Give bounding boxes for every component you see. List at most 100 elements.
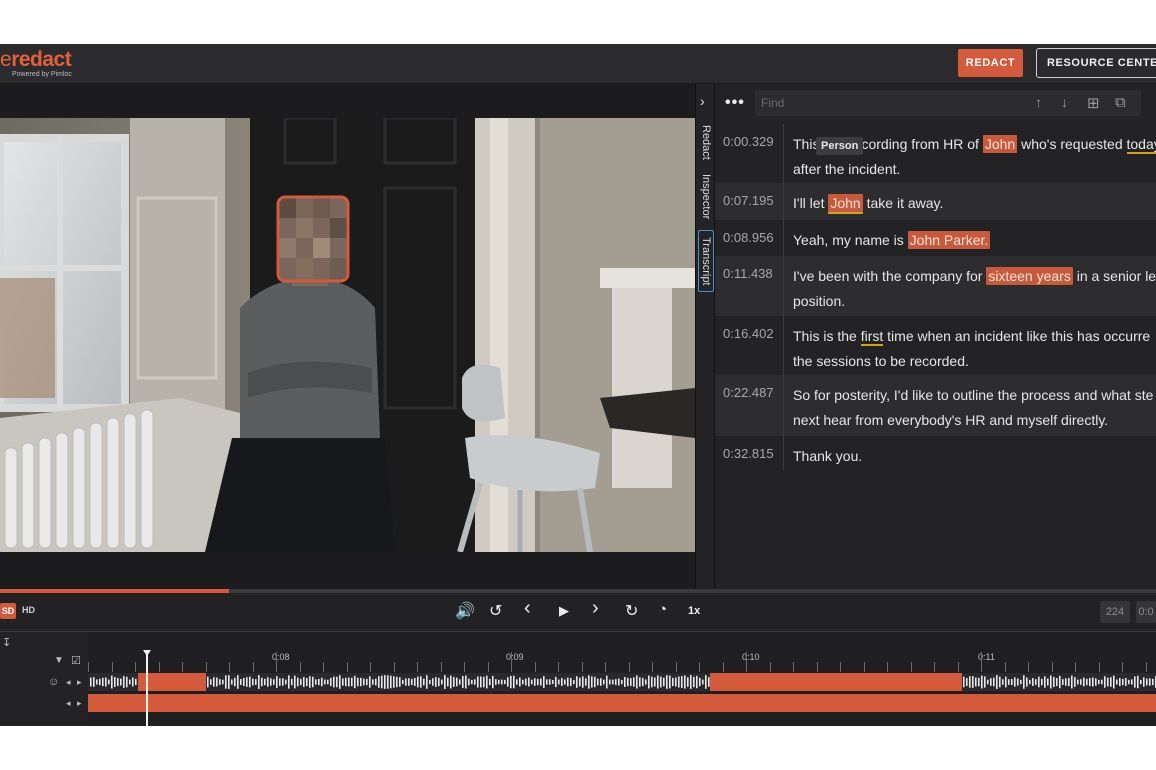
ruler-tick — [1004, 662, 1006, 672]
resource-center-button[interactable]: RESOURCE CENTER — [1036, 48, 1156, 78]
transcript-line: I've been with the company for sixteen y… — [793, 264, 1156, 289]
waveform-bar — [1128, 679, 1130, 685]
transcript-row[interactable]: 0:32.815 Thank you. — [715, 436, 1156, 470]
play-icon[interactable]: ▶ — [559, 603, 569, 619]
filter-icon[interactable]: ▼ — [54, 655, 64, 666]
waveform-bar — [114, 677, 116, 687]
add-box-icon[interactable]: ⊞ — [1087, 94, 1100, 112]
next-icon[interactable]: › — [592, 597, 599, 620]
tab-transcript[interactable]: Transcript — [698, 230, 714, 292]
add-all-icon[interactable]: ⧉ — [1115, 94, 1126, 111]
timestamp[interactable]: 0:22.487 — [723, 385, 774, 400]
transcript-text[interactable]: Thank you. — [793, 444, 1156, 469]
ruler-tick — [558, 662, 559, 672]
transcript-text[interactable]: So for posterity, I'd like to outline th… — [793, 383, 1156, 433]
audio-waveform-track[interactable] — [88, 673, 1156, 691]
timestamp[interactable]: 0:07.195 — [723, 193, 774, 208]
arrow-up-icon[interactable]: ↑ — [1035, 94, 1042, 110]
waveform-bar — [978, 677, 980, 687]
transcript-row[interactable]: 0:22.487 So for posterity, I'd like to ou… — [715, 375, 1156, 436]
hd-toggle[interactable]: HD — [22, 605, 35, 615]
tab-inspector[interactable]: Inspector — [698, 170, 714, 224]
waveform-bar — [429, 679, 431, 685]
waveform-bar — [507, 677, 509, 687]
redaction-track[interactable] — [88, 694, 1156, 712]
waveform-bar — [687, 677, 689, 687]
waveform-bar — [1017, 678, 1019, 686]
waveform-bar — [975, 677, 977, 687]
transcript-line: Thank you. — [793, 444, 1156, 469]
waveform-bar — [594, 676, 596, 688]
track2-prev-icon[interactable]: ◂ — [66, 698, 71, 709]
timeline-ruler[interactable]: 0:08 0:09 0:10 0:11 — [88, 652, 1156, 672]
waveform-bar — [282, 678, 284, 686]
forward-icon[interactable]: ↻ — [625, 601, 638, 621]
transcript-toolbar: ••• ↑ ↓ ⊞ ⧉ — [715, 84, 1156, 122]
tab-redact[interactable]: Redact — [698, 120, 714, 164]
redacted-word[interactable]: John — [982, 135, 1018, 153]
ruler-tick — [675, 662, 677, 672]
face-track-icon[interactable]: ☺ — [48, 676, 59, 688]
transcript-row[interactable]: 0:00.329 This is a recording from HR of J… — [715, 124, 1156, 183]
word-span: after the incident. — [793, 161, 901, 177]
waveform-bar — [111, 675, 113, 689]
waveform-bar — [270, 678, 272, 686]
arrow-down-icon[interactable]: ↓ — [1061, 94, 1068, 110]
transcript-row[interactable]: 0:16.402 This is the first time when an i… — [715, 316, 1156, 375]
waveform-bar — [99, 678, 101, 686]
ruler-tick — [88, 662, 89, 672]
ruler-tick — [699, 662, 700, 672]
waveform-bar — [315, 679, 317, 685]
ruler-tick — [1145, 662, 1147, 672]
waveform-bar — [96, 679, 98, 685]
track-next-icon[interactable]: ▸ — [77, 677, 82, 688]
transcript-row[interactable]: 0:11.438 I've been with the company for s… — [715, 256, 1156, 316]
row-divider — [783, 436, 784, 470]
more-options-icon[interactable]: ••• — [725, 94, 745, 112]
waveform-bar — [261, 677, 263, 687]
transcript-text[interactable]: I'll let John take it away. — [793, 191, 1156, 216]
find-input[interactable] — [755, 90, 1141, 116]
track-prev-icon[interactable]: ◂ — [66, 677, 71, 688]
waveform-bar — [108, 679, 110, 685]
transcript-row[interactable]: 0:08.956 Yeah, my name is John Parker. — [715, 220, 1156, 256]
transcript-row[interactable]: 0:07.195 I'll let John take it away. — [715, 183, 1156, 220]
transcript-text[interactable]: I've been with the company for sixteen y… — [793, 264, 1156, 314]
video-frame[interactable] — [0, 118, 695, 552]
word-span: Yeah, my name is — [793, 232, 908, 248]
checkbox-icon[interactable]: ☑ — [71, 654, 81, 667]
waveform-bar — [1131, 679, 1133, 685]
sd-toggle[interactable]: SD — [0, 603, 16, 619]
waveform-bar — [981, 675, 983, 689]
waveform-bar — [369, 676, 371, 688]
waveform-bar — [393, 676, 395, 688]
timestamp[interactable]: 0:32.815 — [723, 446, 774, 461]
chevron-right-icon[interactable]: › — [700, 93, 705, 109]
timestamp[interactable]: 0:16.402 — [723, 326, 774, 341]
waveform-bar — [306, 677, 308, 687]
timestamp[interactable]: 0:08.956 — [723, 230, 774, 245]
transcript-text[interactable]: Yeah, my name is John Parker. — [793, 228, 1156, 253]
waveform-bar — [1116, 679, 1118, 685]
waveform-bar — [531, 679, 533, 685]
timestamp[interactable]: 0:00.329 — [723, 134, 774, 149]
speed-label[interactable]: 1x — [688, 605, 700, 617]
transcript-text[interactable]: This is the first time when an incident … — [793, 324, 1156, 374]
redacted-word[interactable]: John Parker. — [907, 231, 991, 249]
waveform-bar — [1035, 679, 1037, 685]
speedometer-icon[interactable]: ◔ — [658, 601, 667, 618]
track2-next-icon[interactable]: ▸ — [77, 698, 82, 709]
redacted-word[interactable]: sixteen years — [986, 267, 1073, 285]
timestamp[interactable]: 0:11.438 — [723, 266, 773, 281]
timeline-flag-icon[interactable]: ↧ — [2, 636, 11, 649]
waveform-bar — [120, 678, 122, 686]
volume-icon[interactable]: 🔊 — [455, 601, 475, 621]
redact-button[interactable]: REDACT — [958, 49, 1023, 77]
waveform-bar — [1068, 677, 1070, 687]
waveform-bar — [1134, 676, 1136, 688]
waveform-bar — [1098, 679, 1100, 685]
previous-icon[interactable]: ‹ — [524, 597, 531, 620]
redacted-word[interactable]: John — [828, 194, 863, 214]
playhead[interactable] — [146, 652, 148, 726]
rewind-icon[interactable]: ↺ — [489, 601, 502, 621]
